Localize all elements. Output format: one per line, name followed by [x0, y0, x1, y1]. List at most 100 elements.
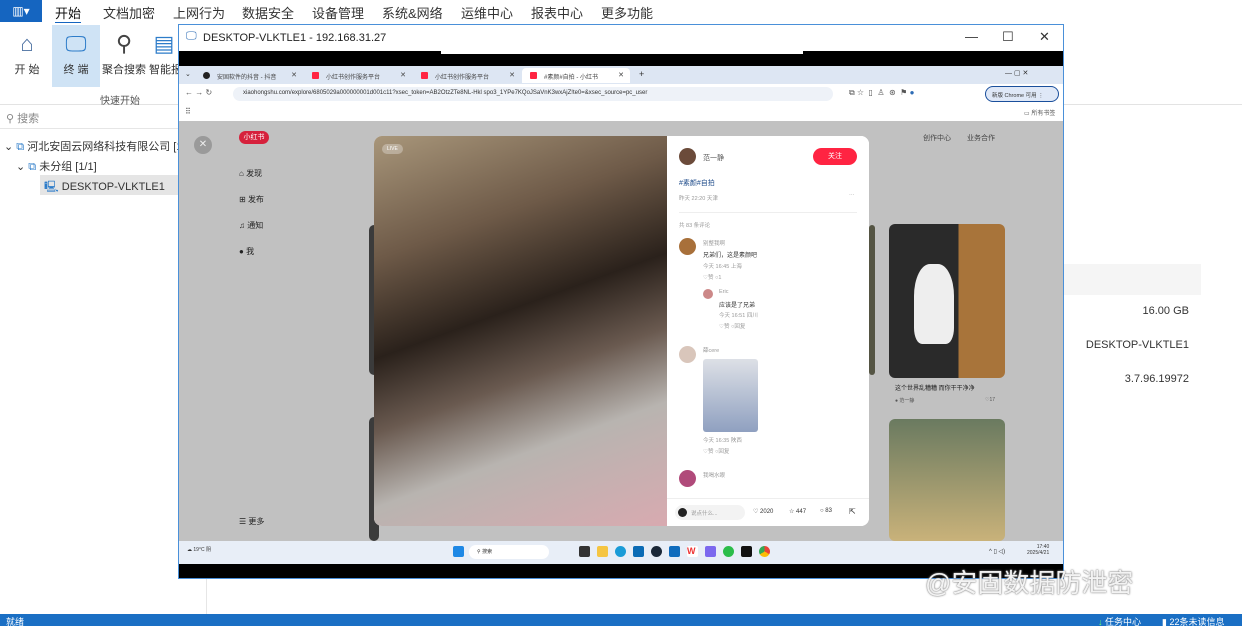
avatar[interactable]	[679, 470, 696, 487]
tab-xhs-current[interactable]: #素颜#自拍 - 小红书 ✕	[522, 68, 630, 83]
wps-icon[interactable]: W	[687, 546, 698, 557]
nav-notify[interactable]: ♫ 通知	[239, 220, 263, 231]
author-avatar[interactable]	[679, 148, 696, 165]
share-icon[interactable]: ⇱	[849, 507, 856, 516]
card-author[interactable]: ● 范一静	[895, 397, 914, 404]
tree-item-ungrouped[interactable]: ⌄ ⧉ 未分组 [1/1]	[16, 158, 97, 174]
search-icon: ⚲	[115, 31, 133, 56]
business-link[interactable]: 业务合作	[967, 133, 995, 143]
menu-device[interactable]: 设备管理	[312, 3, 364, 22]
unread-messages-button[interactable]: ▮ 22条未读信息	[1162, 615, 1224, 628]
xhs-logo[interactable]: 小红书	[239, 131, 269, 144]
explorer-icon[interactable]	[597, 546, 608, 557]
creator-center-link[interactable]: 创作中心	[923, 133, 951, 143]
menu-reports[interactable]: 报表中心	[531, 3, 583, 22]
menu-more[interactable]: 更多功能	[601, 3, 653, 22]
comment-user[interactable]: 我喝水眼	[703, 471, 725, 479]
tray-icons[interactable]: ^ ▯ ◁)	[989, 548, 1005, 555]
author-name[interactable]: 范一静	[703, 153, 724, 163]
report-button[interactable]: ▤ 智能报	[149, 25, 179, 87]
minimize-button[interactable]: —	[965, 29, 978, 44]
menu-data-security[interactable]: 数据安全	[242, 3, 294, 22]
toolbar-icons[interactable]: ⧉ ☆ ▯ ♙ ⊛ ⚑ ●	[849, 88, 914, 98]
nav-more[interactable]: ☰ 更多	[239, 516, 264, 527]
comment-user[interactable]: 薛cere	[703, 346, 719, 354]
remote-desktop-window[interactable]: 🖵 DESKTOP-VLKTLE1 - 192.168.31.27 — ☐ ✕ ⌄…	[178, 24, 1064, 579]
menu-ops[interactable]: 运维中心	[461, 3, 513, 22]
tab-list-icon[interactable]: ⌄	[185, 70, 191, 78]
tab-creator-1[interactable]: 小红书创作服务平台 ✕	[304, 68, 412, 83]
edge-icon[interactable]	[615, 546, 626, 557]
wechat-icon[interactable]	[723, 546, 734, 557]
search-icon: ⚲	[6, 113, 18, 125]
apps-icon[interactable]: ⠿	[185, 107, 191, 116]
comment-actions[interactable]: ♡赞 ○回复	[719, 322, 745, 330]
note-photo[interactable]: LIVE	[374, 136, 667, 526]
remote-title: DESKTOP-VLKTLE1 - 192.168.31.27	[203, 32, 387, 44]
menu-start[interactable]: 开始	[55, 3, 82, 24]
comment-text: 应该是了兄弟	[719, 303, 756, 309]
avatar[interactable]	[679, 346, 696, 363]
avatar[interactable]	[703, 289, 713, 299]
tree-item-desktop[interactable]: 🖳 DESKTOP-VLKTLE1	[40, 175, 178, 195]
campus-photo-card[interactable]	[889, 419, 1005, 541]
task-center-button[interactable]: ↓ 任务中心	[1098, 615, 1141, 628]
card-likes[interactable]: ♡17	[985, 397, 995, 403]
nav-me[interactable]: ● 我	[239, 246, 254, 257]
like-button[interactable]: ♡ 2020	[753, 508, 773, 515]
capcut-icon[interactable]	[741, 546, 752, 557]
maximize-button[interactable]: ☐	[1002, 29, 1014, 45]
menu-doc-encrypt[interactable]: 文档加密	[103, 3, 155, 22]
more-icon[interactable]: ···	[849, 192, 855, 198]
tab-creator-2[interactable]: 小红书创作服务平台 ✕	[413, 68, 521, 83]
store-icon[interactable]	[633, 546, 644, 557]
search-input[interactable]: ⚲ 搜索	[0, 107, 178, 129]
tree-item-company[interactable]: ⌄ ⧉ 河北安固云网络科技有限公司 [1/1]	[4, 138, 195, 154]
new-tab-icon[interactable]: +	[639, 69, 644, 79]
comments-button[interactable]: ○ 83	[820, 508, 832, 514]
close-tab-icon[interactable]: ✕	[509, 71, 515, 79]
star-button[interactable]: ☆ 447	[789, 508, 806, 515]
outlook-icon[interactable]	[669, 546, 680, 557]
feed-card[interactable]	[869, 225, 875, 375]
card-title[interactable]: 这个世界乱糟糟 而你干干净净	[895, 383, 975, 392]
clock[interactable]: 17:40 2025/4/21	[1027, 544, 1049, 556]
comment-user[interactable]: 别整我啊	[703, 239, 725, 247]
chrome-update-button[interactable]: 新版 Chrome 可用 ⋮	[985, 86, 1059, 102]
app-menu-icon[interactable]: ▥▾	[0, 0, 42, 22]
chrome-icon[interactable]	[759, 546, 770, 557]
dog-photo-card[interactable]	[889, 224, 1005, 378]
aggregate-search-button[interactable]: ⚲ 聚合搜索	[101, 25, 147, 87]
close-button[interactable]: ✕	[1039, 29, 1050, 45]
close-tab-icon[interactable]: ✕	[291, 71, 297, 79]
comment-user[interactable]: Eric	[719, 289, 728, 295]
comment-actions[interactable]: ♡赞 ○回复	[703, 447, 729, 455]
avatar[interactable]	[679, 238, 696, 255]
url-input[interactable]: xiaohongshu.com/explore/6805029a00000000…	[233, 87, 833, 101]
follow-button[interactable]: 关注	[813, 148, 857, 165]
weather-widget[interactable]: ☁ 19°C 阴	[187, 546, 211, 553]
terminal-button[interactable]: 🖵 终 端	[52, 25, 100, 87]
close-tab-icon[interactable]: ✕	[400, 71, 406, 79]
nav-publish[interactable]: ⊞ 发布	[239, 194, 264, 205]
comment-actions[interactable]: ♡赞 ○1	[703, 273, 721, 281]
nav-buttons-icon[interactable]: ← → ↻	[185, 88, 212, 97]
tab-douyin[interactable]: 安固软件的抖音 - 抖音 ✕	[195, 68, 303, 83]
menu-internet[interactable]: 上网行为	[173, 3, 225, 22]
start-icon[interactable]	[453, 546, 464, 557]
comment-input[interactable]: 说点什么...	[675, 505, 745, 520]
close-modal-icon[interactable]: ✕	[194, 136, 212, 154]
taskview-icon[interactable]	[579, 546, 590, 557]
app-icon[interactable]	[705, 546, 716, 557]
note-tags[interactable]: #素颜#自拍	[679, 178, 715, 188]
nav-discover[interactable]: ⌂ 发现	[239, 168, 262, 179]
steam-icon[interactable]	[651, 546, 662, 557]
taskbar-search[interactable]: ⚲ 搜索	[469, 545, 549, 559]
comment-image[interactable]	[703, 359, 758, 432]
divider	[679, 212, 857, 213]
menu-system[interactable]: 系统&网络	[382, 3, 443, 22]
close-tab-icon[interactable]: ✕	[618, 71, 624, 79]
browser-minimize[interactable]: — ▢ ✕	[1005, 69, 1028, 77]
start-button[interactable]: ⌂ 开 始	[6, 25, 48, 87]
all-bookmarks[interactable]: ▭ 所有书签	[1024, 108, 1055, 117]
